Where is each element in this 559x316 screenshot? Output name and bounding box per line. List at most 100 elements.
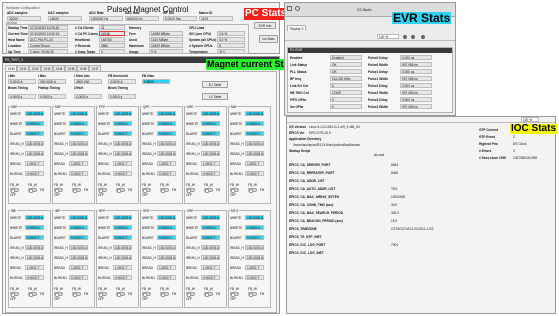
pm-row-label: Current Time (8, 32, 28, 36)
group-row-value[interactable]: 100.0000 A (157, 215, 176, 220)
ioc-zoom-select[interactable]: 100 % (521, 117, 539, 122)
toolbar-icon-1[interactable] (403, 35, 407, 39)
fb-toggle[interactable] (230, 188, 239, 193)
group-row-value[interactable]: 0.0000 A (25, 121, 44, 126)
group-row-value[interactable]: 0.0000 T (157, 235, 176, 240)
fb-status: FB (172, 188, 177, 192)
fb-toggle-2[interactable] (116, 188, 125, 193)
fb-toggle-2[interactable] (28, 292, 37, 297)
window-pin-icon[interactable] (295, 6, 300, 11)
group-row-value[interactable]: 0.0000 T (113, 235, 132, 240)
fb-toggle[interactable] (230, 292, 239, 297)
group-row-label: BREAD (230, 266, 241, 270)
toolbar-icon-3[interactable] (421, 35, 425, 39)
group-row-value[interactable]: 0.0000 A (25, 225, 44, 230)
group-row-value[interactable]: 0.0000 T (201, 131, 220, 136)
fb-toggle-2[interactable] (28, 188, 37, 193)
group-row-value[interactable]: 0.0000 A (201, 225, 220, 230)
group-row-value[interactable]: 100.0000 A (25, 111, 44, 116)
fb-toggle[interactable] (54, 188, 63, 193)
fb-toggle-2[interactable] (160, 188, 169, 193)
fb-toggle-2[interactable] (204, 188, 213, 193)
group-row-value[interactable]: 0.0000 T (157, 131, 176, 136)
group-row-value[interactable]: 0.0000 A (157, 225, 176, 230)
group-row-value[interactable]: 100.0000 A (69, 215, 88, 220)
group-row-value[interactable]: 0.0000 A (157, 121, 176, 126)
group-row-value: 0.0000 T (157, 275, 176, 280)
group-title: PFE (98, 105, 107, 109)
fb-toggle-2[interactable] (116, 292, 125, 297)
pulsed-magnet-title: Pulsed Magnet Control (107, 5, 189, 14)
group-row-value[interactable]: 0.0000 T (69, 235, 88, 240)
group-row-value[interactable]: 100.0000 A (157, 111, 176, 116)
magnet-group-sfe: SFE IWRITE 100.0000 A BWRITE 0.0000 A BLWRIT 0… (140, 209, 183, 308)
group-row-label: BLWRIT (98, 132, 110, 136)
fb-toggle-2[interactable] (248, 292, 257, 297)
ioc-env-label: EPICS_CA_AUTO_ADDR_LIST (289, 187, 336, 191)
fb-toggle-2[interactable] (204, 292, 213, 297)
group-row-value[interactable]: 100.0000 A (245, 111, 264, 116)
pm-row-value: 07/10/2023 10:25:52 (28, 25, 68, 30)
fb-toggle[interactable] (10, 188, 19, 193)
window-menu-icon[interactable] (287, 6, 292, 11)
group-row-value[interactable]: 0.0000 T (113, 131, 132, 136)
group-row-value[interactable]: 0.0000 A (245, 225, 264, 230)
fb-toggle[interactable] (54, 292, 63, 297)
group-row-value[interactable]: 0.0000 T (25, 235, 44, 240)
iv-table-button[interactable]: I-V Table (202, 93, 228, 100)
group-row-value[interactable]: 0.0000 A (245, 121, 264, 126)
group-row-value[interactable]: 0.0000 A (113, 121, 132, 126)
fb-toggle[interactable] (186, 188, 195, 193)
bi-table-button[interactable]: B-I Table (202, 81, 228, 88)
startup-script-label: Startup Script (289, 149, 311, 153)
zoom-select[interactable]: 100 % (377, 34, 399, 39)
group-row-value[interactable]: 0.0000 A (201, 121, 220, 126)
pm-row-label: Location (8, 44, 22, 48)
fb-toggle-2[interactable] (248, 188, 257, 193)
app-dir-value: /home/acc/epics/R3.15.9/src/pm/iocBoot/i… (293, 143, 361, 147)
gtp-event-value: 2 (513, 135, 515, 139)
group-row-value[interactable]: 0.0000 A (69, 225, 88, 230)
fb-toggle[interactable] (10, 292, 19, 297)
group-row-value[interactable]: 100.0000 A (69, 111, 88, 116)
group-row-label: IWRITE (142, 112, 154, 116)
fb-w-label: FB_W (10, 183, 19, 187)
group-row-value[interactable]: 100.0000 A (113, 215, 132, 220)
fb-toggle-2[interactable] (72, 188, 81, 193)
display-tab[interactable]: Display X (287, 25, 307, 31)
group-row-value: 0.0000 T (201, 275, 220, 280)
fb-label: FB_W (72, 287, 81, 291)
ioc-env-value: 7004 (391, 243, 399, 247)
group-row-label: BWRITE (230, 122, 243, 126)
ioc-stats-button[interactable]: ioc Stats (259, 35, 278, 43)
fb-toggle[interactable] (186, 292, 195, 297)
group-row-value[interactable]: 0.0000 T (69, 131, 88, 136)
fb-toggle-2[interactable] (72, 292, 81, 297)
group-row-value[interactable]: 100.0000 A (25, 215, 44, 220)
evr-info-button[interactable]: EVR Info (254, 22, 276, 29)
setting-value-4[interactable]: 0.8800 (142, 79, 170, 84)
toolbar-icon-2[interactable] (411, 35, 415, 39)
group-row-value[interactable]: 0.0000 T (245, 131, 264, 136)
fb-toggle[interactable] (98, 188, 107, 193)
group-row-value[interactable]: 0.0000 A (69, 121, 88, 126)
group-row-value[interactable]: 0.0000 T (25, 131, 44, 136)
fb-toggle[interactable] (98, 292, 107, 297)
group-row-value[interactable]: 0.0000 T (245, 235, 264, 240)
group-row-value[interactable]: 100.0000 A (245, 215, 264, 220)
magnet-group-qfe: QFE IWRITE 100.0000 A BWRITE 0.0000 A BLWRIT 0… (140, 105, 183, 204)
ioc-env-value: CST6CDT,M3.2.0/2,M11.1.0/2 (391, 227, 434, 231)
fb-toggle[interactable] (142, 188, 151, 193)
fb-toggle-2[interactable] (160, 292, 169, 297)
group-row-value[interactable]: 0.0000 A (113, 225, 132, 230)
group-row-label: IREAD_H (230, 142, 244, 146)
group-row-value[interactable]: 100.0000 A (113, 111, 132, 116)
evr-left-label: Link Status (290, 63, 308, 67)
group-row-value[interactable]: 100.0000 A (201, 111, 220, 116)
group-row-value[interactable]: 0.0000 T (201, 235, 220, 240)
pm-row-label: # CA PV Conns (75, 32, 99, 36)
pm-row-label: # System CPUs (189, 44, 213, 48)
fb-label: FB_W (248, 287, 257, 291)
group-row-value[interactable]: 100.0000 A (201, 215, 220, 220)
fb-toggle[interactable] (142, 292, 151, 297)
